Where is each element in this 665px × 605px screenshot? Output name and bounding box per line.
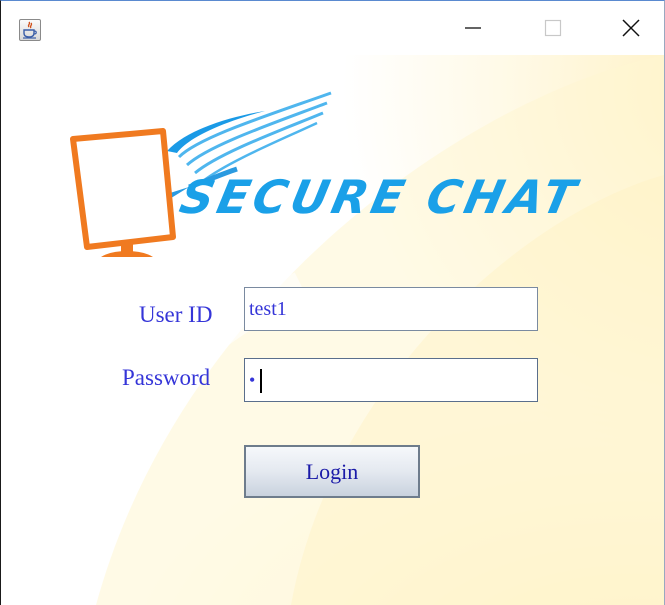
maximize-icon: [544, 19, 562, 37]
password-mask: •: [249, 369, 256, 390]
minimize-icon: [465, 27, 481, 29]
logo-text: SECURE CHAT: [175, 170, 585, 224]
java-app-icon[interactable]: [19, 19, 41, 41]
password-input[interactable]: [244, 358, 538, 402]
close-button[interactable]: [601, 1, 661, 55]
password-label: Password: [122, 365, 211, 390]
user-id-label: User ID: [139, 302, 213, 327]
monitor-icon: [70, 128, 176, 275]
title-bar[interactable]: [1, 1, 664, 55]
maximize-button[interactable]: [523, 1, 583, 55]
login-panel: SECURE CHAT User ID Password • Login: [1, 55, 664, 605]
user-id-input[interactable]: [244, 287, 538, 331]
text-caret: [260, 369, 262, 393]
login-button[interactable]: Login: [244, 445, 420, 498]
login-window: SECURE CHAT User ID Password • Login: [0, 0, 665, 605]
minimize-button[interactable]: [443, 1, 503, 55]
close-icon: [622, 19, 640, 37]
secure-chat-logo: SECURE CHAT: [69, 87, 629, 275]
